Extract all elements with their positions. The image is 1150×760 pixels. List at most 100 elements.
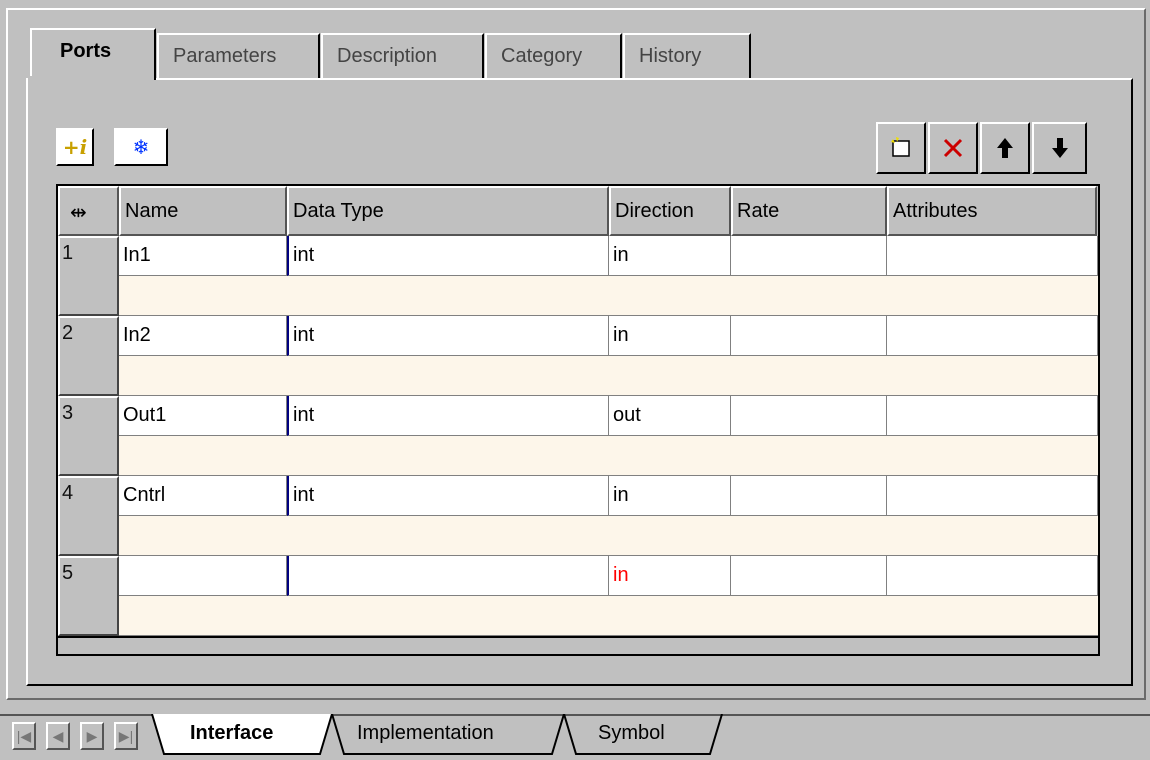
tab-ports-label: Ports <box>60 40 112 62</box>
column-header-rate[interactable]: Rate <box>731 186 887 236</box>
row-header[interactable]: 4 <box>58 476 119 556</box>
direction-cell[interactable]: out <box>609 396 731 436</box>
row-header[interactable]: 3 <box>58 396 119 476</box>
direction-value: out <box>613 404 641 426</box>
direction-cell[interactable]: in <box>609 236 731 276</box>
prev-icon: ◀ <box>52 727 64 744</box>
attributes-cell[interactable] <box>887 236 1098 276</box>
delete-button[interactable] <box>928 122 978 174</box>
data-type-cell[interactable] <box>287 556 609 596</box>
delete-icon <box>943 138 963 158</box>
ports-table: ⇹ Name Data Type Direction Rate Attribut… <box>56 184 1100 656</box>
direction-cell[interactable]: in <box>609 476 731 516</box>
data-type-value: int <box>293 484 315 506</box>
data-type-cell[interactable]: int <box>287 316 609 356</box>
column-header-attributes[interactable]: Attributes <box>887 186 1097 236</box>
data-type-value: int <box>293 404 315 426</box>
sheet-tab-implementation[interactable]: Implementation <box>357 720 494 754</box>
sheet-tab-interface[interactable]: Interface <box>190 720 273 754</box>
direction-value: in <box>613 324 629 346</box>
row-header[interactable]: 2 <box>58 316 119 396</box>
data-type-cell[interactable]: int <box>287 236 609 276</box>
tab-description[interactable]: Description <box>321 33 484 79</box>
tab-category[interactable]: Category <box>485 33 622 79</box>
move-up-icon <box>997 138 1013 158</box>
name-value: In1 <box>123 244 151 266</box>
column-header-label: Attributes <box>893 200 978 222</box>
column-header-name[interactable]: Name <box>119 186 287 236</box>
move-up-button[interactable] <box>980 122 1030 174</box>
column-header-label: Data Type <box>293 200 384 222</box>
rate-cell[interactable] <box>731 396 887 436</box>
data-type-value: int <box>293 324 315 346</box>
grid-bottom-border <box>58 636 1098 638</box>
next-icon: ▶ <box>86 727 98 744</box>
name-value: Out1 <box>123 404 167 426</box>
attributes-cell[interactable] <box>887 476 1098 516</box>
next-sheet-button[interactable]: ▶ <box>80 722 104 750</box>
rate-cell[interactable] <box>731 476 887 516</box>
attributes-cell[interactable] <box>887 556 1098 596</box>
row-detail[interactable] <box>119 436 1098 476</box>
name-cell[interactable]: Out1 <box>119 396 287 436</box>
row-number: 4 <box>62 482 74 504</box>
row-detail[interactable] <box>119 276 1098 316</box>
row-number: 5 <box>62 562 74 584</box>
sheet-tab-symbol[interactable]: Symbol <box>598 720 665 754</box>
new-row-icon <box>891 137 910 157</box>
direction-value: in <box>613 564 629 586</box>
row-header[interactable]: 1 <box>58 236 119 316</box>
data-type-value: int <box>293 244 315 266</box>
tab-parameters-label: Parameters <box>173 45 277 67</box>
data-type-cell[interactable]: int <box>287 476 609 516</box>
column-header-label: Name <box>125 200 179 222</box>
snowflake-icon: ❄ <box>132 136 150 159</box>
rate-cell[interactable] <box>731 316 887 356</box>
rate-cell[interactable] <box>731 236 887 276</box>
sheet-tab-bar: |◀ ◀ ▶ ▶| Interface Implementation Symbo… <box>0 700 1150 760</box>
first-icon: |◀ <box>16 727 32 744</box>
new-row-button[interactable] <box>876 122 926 174</box>
first-sheet-button[interactable]: |◀ <box>12 722 36 750</box>
data-type-cell[interactable]: int <box>287 396 609 436</box>
column-header-label: Rate <box>737 200 780 222</box>
tab-parameters[interactable]: Parameters <box>157 33 320 79</box>
active-tab-joint <box>28 76 154 82</box>
tab-ports[interactable]: Ports <box>30 28 156 80</box>
sheet-tab-label: Symbol <box>598 722 665 744</box>
add-italic-button[interactable]: +i <box>56 128 94 166</box>
column-header-label: Direction <box>615 200 694 222</box>
attributes-cell[interactable] <box>887 396 1098 436</box>
tab-description-label: Description <box>337 45 438 67</box>
sheet-tab-label: Implementation <box>357 722 494 744</box>
column-resize-header[interactable]: ⇹ <box>58 186 119 236</box>
name-cell[interactable]: In2 <box>119 316 287 356</box>
column-header-data-type[interactable]: Data Type <box>287 186 609 236</box>
row-detail[interactable] <box>119 596 1098 636</box>
name-cell[interactable]: Cntrl <box>119 476 287 516</box>
direction-cell[interactable]: in <box>609 556 731 596</box>
row-detail[interactable] <box>119 356 1098 396</box>
attributes-cell[interactable] <box>887 316 1098 356</box>
prev-sheet-button[interactable]: ◀ <box>46 722 70 750</box>
row-header[interactable]: 5 <box>58 556 119 636</box>
rate-cell[interactable] <box>731 556 887 596</box>
table-header: ⇹ Name Data Type Direction Rate Attribut… <box>58 186 1098 236</box>
row-detail[interactable] <box>119 516 1098 556</box>
move-down-button[interactable] <box>1032 122 1087 174</box>
tab-history[interactable]: History <box>623 33 751 79</box>
tab-category-label: Category <box>501 45 583 67</box>
direction-value: in <box>613 244 629 266</box>
add-italic-icon: +i <box>62 135 88 159</box>
row-number: 1 <box>62 242 74 264</box>
direction-cell[interactable]: in <box>609 316 731 356</box>
sheet-tab-label: Interface <box>190 722 274 744</box>
column-header-direction[interactable]: Direction <box>609 186 731 236</box>
name-value: Cntrl <box>123 484 166 506</box>
move-down-icon <box>1051 138 1068 158</box>
last-sheet-button[interactable]: ▶| <box>114 722 138 750</box>
name-cell[interactable]: In1 <box>119 236 287 276</box>
snowflake-button[interactable]: ❄ <box>114 128 168 166</box>
resize-icon: ⇹ <box>70 202 87 224</box>
name-cell[interactable] <box>119 556 287 596</box>
